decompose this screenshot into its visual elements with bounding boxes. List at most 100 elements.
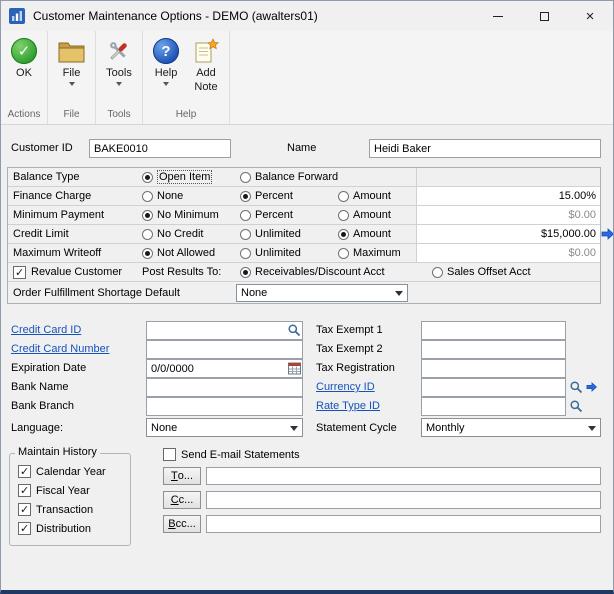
name-field[interactable]: Heidi Baker — [369, 139, 601, 158]
shortage-default-label: Order Fulfillment Shortage Default — [8, 287, 236, 299]
language-dropdown[interactable]: None — [146, 418, 303, 437]
bank-branch-field[interactable] — [146, 397, 303, 416]
credit-limit-value-field[interactable]: $15,000.00 — [416, 225, 600, 243]
title-bar[interactable]: Customer Maintenance Options - DEMO (awa… — [1, 1, 613, 31]
credit-card-number-link[interactable]: Credit Card Number — [11, 343, 109, 355]
close-icon: × — [586, 9, 595, 24]
radio-balance-forward[interactable]: Balance Forward — [240, 171, 338, 183]
checkbox-icon — [13, 266, 26, 279]
ribbon-group-actions: OK Actions — [1, 31, 48, 124]
tools-button[interactable]: Tools — [99, 35, 139, 88]
expiration-date-field[interactable]: 0/0/0000 — [146, 359, 303, 378]
send-email-statements-checkbox[interactable]: Send E-mail Statements — [163, 448, 300, 461]
balance-type-row: Balance Type Open Item Balance Forward — [8, 168, 600, 187]
currency-id-link[interactable]: Currency ID — [316, 381, 375, 393]
credit-card-id-field[interactable] — [146, 321, 303, 340]
rate-type-id-field[interactable] — [421, 397, 566, 416]
help-question-icon — [153, 38, 179, 64]
cc-button[interactable]: Cc... — [163, 491, 201, 509]
radio-finance-amount[interactable]: Amount — [338, 190, 416, 202]
radio-finance-percent[interactable]: Percent — [240, 190, 338, 202]
maximum-writeoff-label: Maximum Writeoff — [8, 247, 142, 259]
credit-limit-label: Credit Limit — [8, 228, 142, 240]
credit-card-id-link[interactable]: Credit Card ID — [11, 324, 81, 336]
bank-name-label: Bank Name — [11, 381, 68, 393]
radio-finance-none[interactable]: None — [142, 190, 240, 202]
customer-id-field[interactable]: BAKE0010 — [89, 139, 231, 158]
ok-button[interactable]: OK — [4, 35, 44, 81]
radio-credit-amount[interactable]: Amount — [338, 228, 416, 240]
balance-type-value — [416, 168, 600, 186]
bcc-button[interactable]: Bcc... — [163, 515, 201, 533]
radio-icon — [432, 267, 443, 278]
currency-id-field[interactable] — [421, 378, 566, 397]
window-title: Customer Maintenance Options - DEMO (awa… — [33, 9, 318, 23]
to-field[interactable] — [206, 467, 601, 485]
shortage-default-dropdown[interactable]: None — [236, 284, 408, 302]
bcc-field[interactable] — [206, 515, 601, 533]
finance-charge-value-field[interactable]: 15.00% — [416, 187, 600, 205]
name-label: Name — [287, 142, 316, 154]
rate-type-id-lookup-button[interactable] — [569, 399, 583, 416]
to-button[interactable]: To... — [163, 467, 201, 485]
radio-icon — [338, 210, 349, 221]
radio-minimum-amount[interactable]: Amount — [338, 209, 416, 221]
balance-type-label: Balance Type — [8, 171, 142, 183]
radio-minimum-percent[interactable]: Percent — [240, 209, 338, 221]
finance-charge-row: Finance Charge None Percent Amount 15.00… — [8, 187, 600, 206]
ok-check-icon — [11, 38, 37, 64]
radio-writeoff-unlimited[interactable]: Unlimited — [240, 247, 338, 259]
radio-writeoff-not-allowed[interactable]: Not Allowed — [142, 247, 240, 259]
statement-cycle-dropdown[interactable]: Monthly — [421, 418, 601, 437]
minimize-button[interactable] — [475, 1, 521, 31]
file-button[interactable]: File — [51, 35, 92, 88]
radio-open-item[interactable]: Open Item — [142, 170, 240, 184]
maximum-writeoff-value-field: $0.00 — [416, 244, 600, 262]
ribbon-group-label-tools: Tools — [96, 107, 142, 124]
customer-id-label: Customer ID — [11, 142, 73, 154]
radio-icon — [240, 267, 251, 278]
statement-cycle-label: Statement Cycle — [316, 422, 397, 434]
currency-id-lookup-button[interactable] — [569, 380, 583, 397]
magnifier-icon — [287, 323, 301, 337]
tax-registration-field[interactable] — [421, 359, 566, 378]
tax-exempt-1-field[interactable] — [421, 321, 566, 340]
checkbox-icon — [163, 448, 176, 461]
radio-icon — [338, 229, 349, 240]
radio-receivables-discount-acct[interactable]: Receivables/Discount Acct — [240, 266, 432, 278]
calendar-year-checkbox[interactable]: Calendar Year — [18, 465, 106, 478]
rate-type-id-link[interactable]: Rate Type ID — [316, 400, 380, 412]
close-button[interactable]: × — [567, 1, 613, 31]
radio-minimum-no-minimum[interactable]: No Minimum — [142, 209, 240, 221]
cc-button-label: c... — [179, 494, 194, 506]
blue-right-arrow-icon — [586, 382, 597, 392]
help-button[interactable]: Help — [146, 35, 186, 88]
distribution-checkbox[interactable]: Distribution — [18, 522, 91, 535]
minimize-icon — [493, 16, 503, 17]
cc-button-accel: C — [171, 494, 179, 506]
checkbox-icon — [18, 465, 31, 478]
fiscal-year-checkbox[interactable]: Fiscal Year — [18, 484, 90, 497]
tax-exempt-2-field[interactable] — [421, 340, 566, 359]
radio-credit-unlimited[interactable]: Unlimited — [240, 228, 338, 240]
radio-writeoff-maximum[interactable]: Maximum — [338, 247, 416, 259]
tax-exempt-1-label: Tax Exempt 1 — [316, 324, 383, 336]
bank-name-field[interactable] — [146, 378, 303, 397]
checkbox-icon — [18, 503, 31, 516]
transaction-checkbox[interactable]: Transaction — [18, 503, 93, 516]
radio-sales-offset-acct[interactable]: Sales Offset Acct — [432, 266, 600, 278]
dropdown-arrow-icon — [163, 82, 169, 86]
cc-field[interactable] — [206, 491, 601, 509]
radio-credit-no-credit[interactable]: No Credit — [142, 228, 240, 240]
credit-card-id-lookup-button[interactable] — [287, 323, 301, 340]
revalue-customer-checkbox[interactable]: Revalue Customer — [8, 266, 142, 279]
currency-id-expansion-button[interactable] — [586, 382, 597, 395]
ribbon-group-label-file: File — [48, 107, 95, 124]
credit-limit-expansion-button[interactable] — [601, 228, 614, 243]
expiration-date-calendar-button[interactable] — [288, 361, 301, 378]
magnifier-icon — [569, 399, 583, 413]
maximize-button[interactable] — [521, 1, 567, 31]
minimum-payment-row: Minimum Payment No Minimum Percent Amoun… — [8, 206, 600, 225]
add-note-button[interactable]: Add Note — [186, 35, 226, 95]
credit-card-number-field[interactable] — [146, 340, 303, 359]
